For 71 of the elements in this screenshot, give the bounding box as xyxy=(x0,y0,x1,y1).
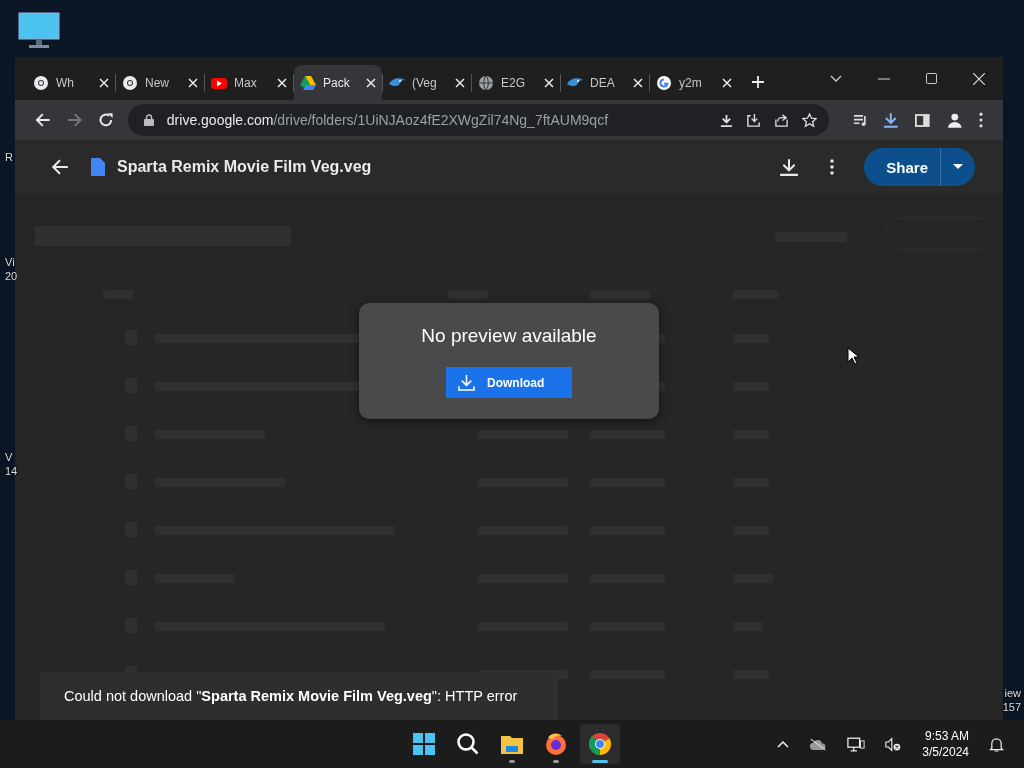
clock[interactable]: 9:53 AM 3/5/2024 xyxy=(922,728,969,760)
tab-close-icon[interactable] xyxy=(722,77,732,88)
clock-date: 3/5/2024 xyxy=(922,744,969,760)
tab-close-icon[interactable] xyxy=(633,77,643,88)
address-bar[interactable]: drive.google.com/drive/folders/1UiNJAoz4fE2XWgZil74Ng_7ftAUM9qcf xyxy=(127,104,829,136)
desktop-icon-label: iew 157 xyxy=(1002,686,1021,714)
download-icon[interactable] xyxy=(780,158,799,176)
plus-icon xyxy=(751,75,765,89)
back-icon[interactable] xyxy=(51,158,69,176)
browser-tab[interactable]: (Veg xyxy=(383,65,471,100)
back-icon[interactable] xyxy=(35,112,51,128)
side-panel-icon[interactable] xyxy=(914,112,930,128)
share-icon[interactable] xyxy=(773,112,789,128)
network-icon[interactable] xyxy=(847,736,866,752)
desktop-icon-label: R xyxy=(5,150,13,164)
desktop-icon-label: Vi 20 xyxy=(5,255,18,283)
browser-tab[interactable]: Pack xyxy=(294,65,382,100)
windows-logo-icon xyxy=(412,732,436,756)
cloud-off-icon[interactable] xyxy=(809,737,828,751)
downloads-icon[interactable] xyxy=(883,112,899,128)
round-logo-icon xyxy=(588,732,612,756)
tab-close-icon[interactable] xyxy=(455,77,465,88)
globe-icon xyxy=(478,74,494,91)
forward-icon[interactable] xyxy=(66,112,83,128)
notification-bell-icon[interactable] xyxy=(989,736,1004,752)
fox-globe-icon xyxy=(544,732,568,756)
mouse-cursor xyxy=(847,347,859,365)
browser-tab[interactable]: Max xyxy=(205,65,293,100)
browser-tab[interactable]: E2G xyxy=(472,65,560,100)
tab-close-icon[interactable] xyxy=(277,77,287,88)
menu-icon[interactable] xyxy=(979,112,983,128)
url-text: drive.google.com/drive/folders/1UiNJAoz4fE2XWgZil74Ng_7ftAUM9qcf xyxy=(166,112,609,128)
caret-icon xyxy=(953,164,963,170)
maximize-icon[interactable] xyxy=(926,73,937,84)
file-title: Sparta Remix Movie Film Veg.veg xyxy=(117,158,372,176)
search-icon xyxy=(456,732,480,756)
close-icon[interactable] xyxy=(973,72,985,85)
chevron-up-icon[interactable] xyxy=(777,740,790,748)
tab-close-icon[interactable] xyxy=(366,77,376,88)
browser-tab[interactable]: y2m xyxy=(650,65,738,100)
clock-time: 9:53 AM xyxy=(924,728,969,744)
download-button[interactable]: Download xyxy=(446,367,572,398)
tab-close-icon[interactable] xyxy=(544,77,554,88)
reload-icon[interactable] xyxy=(98,112,114,128)
star-icon[interactable] xyxy=(801,112,817,128)
volume-muted-icon[interactable] xyxy=(885,736,903,752)
monitor-icon[interactable] xyxy=(17,11,61,51)
lock-icon xyxy=(143,114,154,126)
triangle-logo-icon xyxy=(300,74,316,91)
g-logo-icon xyxy=(656,74,672,91)
media-icon[interactable] xyxy=(852,112,868,128)
download-icon[interactable] xyxy=(719,113,733,127)
more-icon[interactable] xyxy=(830,159,835,175)
browser-tab[interactable]: DEA xyxy=(561,65,649,100)
file-icon xyxy=(91,158,105,176)
download-icon xyxy=(458,374,475,391)
tab-search-icon[interactable] xyxy=(830,74,842,83)
share-button[interactable]: Share xyxy=(864,148,975,186)
desktop-icon-label: V 14 xyxy=(5,450,18,478)
browser-tab[interactable]: Wh xyxy=(27,65,115,100)
install-icon[interactable] xyxy=(745,112,761,128)
browser-logo-icon xyxy=(33,74,49,91)
tab-close-icon[interactable] xyxy=(188,77,198,88)
browser-logo-icon xyxy=(122,74,138,91)
minimize-icon[interactable] xyxy=(878,77,890,80)
browser-tab[interactable]: New xyxy=(116,65,204,100)
tab-close-icon[interactable] xyxy=(99,77,109,88)
toast-message: Could not download "Sparta Remix Movie Film Veg.veg": HTTP error xyxy=(64,688,518,704)
taskbar-button[interactable] xyxy=(580,724,620,764)
dialog-message: No preview available xyxy=(421,325,597,347)
profile-icon[interactable] xyxy=(945,111,964,129)
